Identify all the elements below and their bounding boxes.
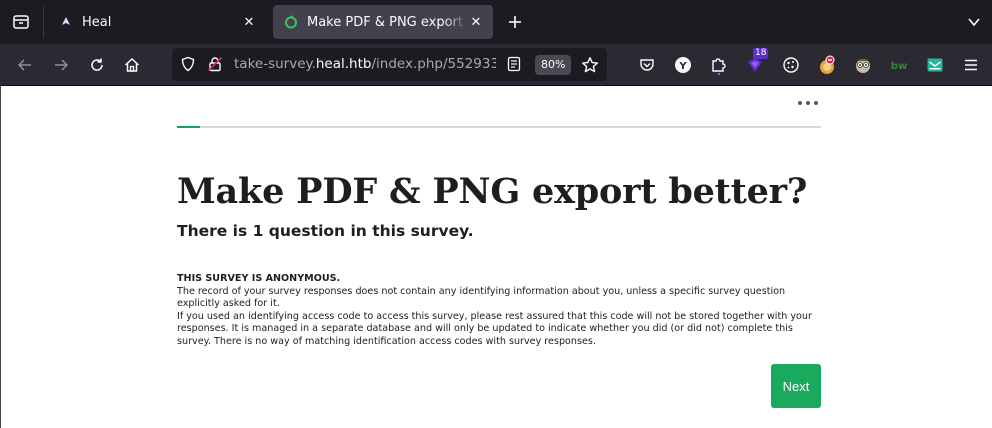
forward-button[interactable] [49, 53, 73, 77]
chevron-down-icon [968, 18, 980, 27]
url-text[interactable]: take-survey.heal.htb/index.php/552933? [234, 56, 496, 74]
extensions-puzzle-icon[interactable] [709, 55, 729, 75]
new-tab-button[interactable] [505, 12, 525, 32]
url-prefix: take-survey. [234, 56, 316, 72]
list-all-tabs-button[interactable] [966, 14, 982, 30]
foxyproxy-extension-icon[interactable] [817, 55, 837, 75]
hamburger-menu-icon [965, 59, 977, 71]
limesurvey-favicon-icon [283, 14, 299, 30]
tracking-protection-shield-icon[interactable] [180, 56, 196, 72]
home-button[interactable] [120, 53, 144, 77]
plus-icon [509, 16, 521, 28]
anonymity-heading: THIS SURVEY IS ANONYMOUS. [177, 273, 341, 284]
anonymity-paragraph-1: The record of your survey responses does… [177, 285, 786, 310]
question-count-text: There is 1 question in this survey. [177, 222, 474, 240]
yandex-extension-icon[interactable]: Y [673, 55, 693, 75]
home-icon [124, 57, 140, 72]
tab-list-icon [13, 15, 29, 29]
url-host: heal.htb [315, 56, 372, 72]
arrow-left-icon [17, 59, 31, 71]
survey-page: Make PDF & PNG export better? There is 1… [0, 86, 992, 428]
insecure-lock-icon[interactable] [207, 56, 223, 72]
arrow-right-icon [55, 59, 69, 71]
pocket-icon[interactable] [637, 55, 657, 75]
tab-close-icon[interactable]: ✕ [241, 14, 257, 30]
extension-badge: 18 [753, 48, 769, 59]
svg-text:Y: Y [678, 61, 687, 72]
reload-button[interactable] [85, 53, 109, 77]
survey-title: Make PDF & PNG export better? [177, 171, 808, 212]
more-options-menu-icon[interactable] [798, 98, 818, 108]
survey-progress-bar [177, 126, 821, 128]
reload-icon [91, 58, 103, 71]
next-button[interactable]: Next [771, 364, 821, 408]
survey-progress-fill [177, 126, 200, 128]
builtwith-extension-icon[interactable]: bw [889, 55, 909, 75]
tab-bar: Heal ✕ Make PDF & PNG export better? ✕ [0, 0, 992, 44]
tab-label: Heal [82, 14, 112, 30]
mail-extension-icon[interactable] [925, 55, 945, 75]
tab-close-icon[interactable]: ✕ [468, 14, 484, 30]
zoom-level-button[interactable]: 80% [535, 55, 572, 75]
url-path: /index.php/552933? [371, 56, 496, 72]
cookie-editor-icon[interactable] [781, 55, 801, 75]
app-menu-button[interactable] [961, 55, 981, 75]
reader-view-icon[interactable] [506, 56, 522, 72]
address-bar[interactable]: take-survey.heal.htb/index.php/552933? 8… [172, 48, 607, 81]
tab-separator [43, 6, 44, 38]
tab-survey[interactable]: Make PDF & PNG export better? ✕ [273, 5, 493, 39]
hack-tools-extension-icon[interactable]: 18 [745, 48, 769, 75]
heal-favicon-icon [58, 14, 74, 30]
wappalyzer-face-icon[interactable] [853, 55, 873, 75]
svg-text:bw: bw [891, 61, 907, 72]
bookmark-star-icon[interactable] [581, 56, 599, 74]
firefox-view-button[interactable] [10, 11, 32, 33]
back-button[interactable] [13, 53, 37, 77]
anonymity-paragraph-2: If you used an identifying access code t… [177, 310, 812, 347]
tab-heal[interactable]: Heal ✕ [48, 5, 266, 39]
anonymity-notice: THIS SURVEY IS ANONYMOUS. The record of … [177, 273, 821, 349]
navigation-toolbar: take-survey.heal.htb/index.php/552933? 8… [0, 44, 992, 86]
tab-label: Make PDF & PNG export better? [307, 14, 468, 30]
